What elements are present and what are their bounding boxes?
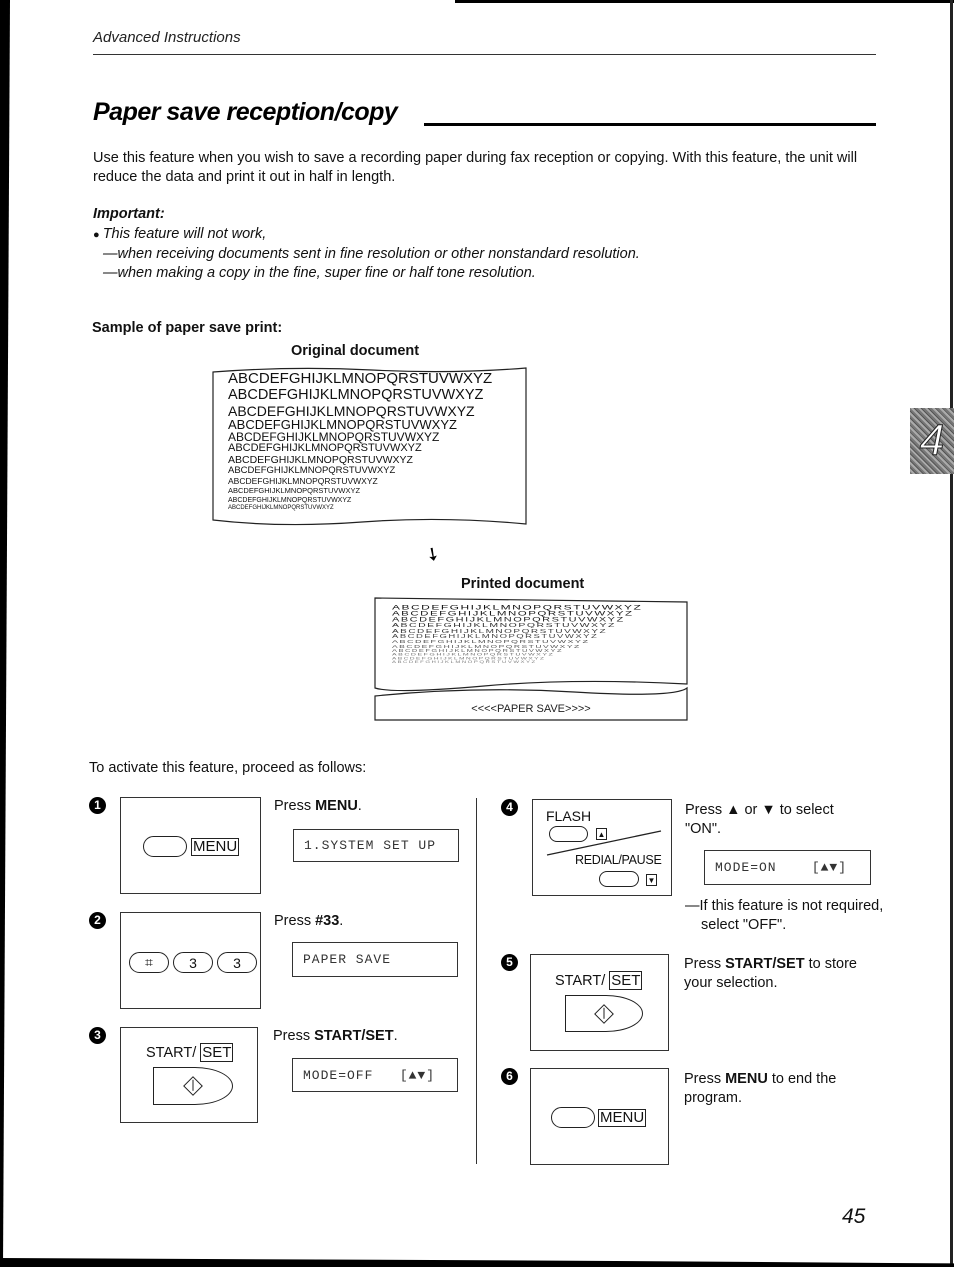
step-number-4: 4 (501, 799, 518, 816)
page-edge-bottom (0, 1258, 954, 1267)
important-heading: Important: (93, 206, 165, 222)
step-4-note: —If this feature is not required, select… (685, 898, 884, 933)
sample-heading: Sample of paper save print: (92, 320, 283, 336)
printed-text-line: ABCDEFGHIJKLMNOPQRSTUVWXYZ (392, 610, 634, 617)
step-3-instruction: Press START/SET. (273, 1028, 398, 1044)
original-text-line: ABCDEFGHIJKLMNOPQRSTUVWXYZ (228, 441, 422, 454)
original-text-line: ABCDEFGHIJKLMNOPQRSTUVWXYZ (228, 370, 493, 387)
step-3-display: MODE=OFF [▲▼] (292, 1058, 458, 1092)
original-text-line: ABCDEFGHIJKLMNOPQRSTUVWXYZ (228, 504, 334, 511)
original-document-label: Original document (291, 343, 420, 359)
step-number-6: 6 (501, 1068, 518, 1085)
original-text-line: ABCDEFGHIJKLMNOPQRSTUVWXYZ (228, 387, 484, 403)
start-set-key[interactable] (153, 1067, 233, 1105)
printed-document-figure: ABCDEFGHIJKLMNOPQRSTUVWXYZ ABCDEFGHIJKLMN… (374, 596, 688, 721)
keypad-keys: ⌗ 3 3 (129, 952, 261, 973)
original-text-line: ABCDEFGHIJKLMNOPQRSTUVWXYZ (228, 416, 457, 432)
header-divider (93, 54, 876, 55)
step-number-1: 1 (89, 797, 106, 814)
original-document-figure: ABCDEFGHIJKLMNOPQRSTUVWXYZ ABCDEFGHIJKLMN… (212, 366, 527, 526)
redial-pause-key[interactable] (599, 871, 639, 887)
step-1-instruction: Press MENU. (274, 798, 362, 814)
step-4-instruction: Press ▲ or ▼ to select "ON". (685, 802, 834, 837)
step-5-panel: START/ SET (530, 954, 669, 1051)
original-text-line: ABCDEFGHIJKLMNOPQRSTUVWXYZ (228, 453, 413, 466)
title-underline (424, 123, 876, 126)
hash-key[interactable]: ⌗ (129, 952, 169, 973)
original-text-line: ABCDEFGHIJKLMNOPQRSTUVWXYZ (228, 465, 396, 476)
page-number: 45 (842, 1205, 866, 1228)
start-diamond-icon (183, 1076, 203, 1096)
step-number-3: 3 (89, 1027, 106, 1044)
printed-text-lines: ABCDEFGHIJKLMNOPQRSTUVWXYZ ABCDEFGHIJKLMN… (392, 604, 642, 664)
start-diamond-icon (594, 1003, 614, 1024)
step-number-2: 2 (89, 912, 106, 929)
menu-key-label: MENU (191, 838, 240, 856)
step-3-panel: START/ SET (120, 1027, 258, 1123)
down-arrow-icon: ▼ (646, 874, 657, 886)
printed-text-line: ABCDEFGHIJKLMNOPQRSTUVWXYZ (392, 656, 546, 661)
original-text-line: ABCDEFGHIJKLMNOPQRSTUVWXYZ (228, 486, 361, 495)
step-1-display: 1.SYSTEM SET UP (293, 829, 459, 862)
original-text-lines: ABCDEFGHIJKLMNOPQRSTUVWXYZ ABCDEFGHIJKLMN… (228, 371, 492, 512)
page-edge-right (950, 0, 953, 1267)
printed-text-line: ABCDEFGHIJKLMNOPQRSTUVWXYZ (392, 622, 616, 629)
original-text-line: ABCDEFGHIJKLMNOPQRSTUVWXYZ (228, 402, 475, 419)
printed-text-line: ABCDEFGHIJKLMNOPQRSTUVWXYZ (392, 628, 608, 635)
important-condition: —when receiving documents sent in fine r… (103, 246, 640, 262)
original-text-line: ABCDEFGHIJKLMNOPQRSTUVWXYZ (228, 429, 440, 444)
column-divider (476, 798, 477, 1164)
digit-3-key[interactable]: 3 (217, 952, 257, 973)
step-6-panel: MENU (530, 1068, 669, 1165)
digit-3-key[interactable]: 3 (173, 952, 213, 973)
intro-paragraph: Use this feature when you wish to save a… (93, 150, 858, 185)
chapter-tab: 4 (910, 408, 954, 474)
start-set-label: START/ SET (555, 971, 643, 990)
start-set-label: START/ SET (146, 1043, 234, 1062)
section-header: Advanced Instructions (93, 29, 241, 46)
step-4-panel: FLASH ▲ REDIAL/PAUSE ▼ (532, 799, 672, 896)
step-5-instruction: Press START/SET to store your selection. (684, 956, 857, 991)
step-6-instruction: Press MENU to end the program. (684, 1071, 837, 1106)
redial-pause-label: REDIAL/PAUSE (575, 853, 662, 867)
menu-key[interactable] (143, 836, 187, 857)
step-number-5: 5 (501, 954, 518, 971)
paper-save-banner: <<<<PAPER SAVE>>>> (471, 703, 591, 715)
printed-text-line: ABCDEFGHIJKLMNOPQRSTUVWXYZ (392, 660, 537, 664)
important-bullet-item: ● This feature will not work, (93, 226, 267, 242)
down-arrow-icon: ➘ (420, 541, 445, 567)
printed-text-line: ABCDEFGHIJKLMNOPQRSTUVWXYZ (392, 616, 625, 624)
proceed-instructions: To activate this feature, proceed as fol… (89, 760, 367, 776)
important-condition: —when making a copy in the fine, super f… (103, 265, 536, 281)
step-1-panel: MENU (120, 797, 261, 894)
bullet-icon: ● (93, 229, 103, 241)
printed-text-line: ABCDEFGHIJKLMNOPQRSTUVWXYZ (392, 603, 643, 611)
menu-key-label: MENU (598, 1109, 647, 1127)
page-edge-top (455, 0, 954, 3)
original-text-line: ABCDEFGHIJKLMNOPQRSTUVWXYZ (228, 496, 352, 504)
step-2-instruction: Press #33. (274, 913, 344, 929)
original-text-line: ABCDEFGHIJKLMNOPQRSTUVWXYZ (228, 475, 378, 486)
start-set-key[interactable] (565, 995, 643, 1032)
printed-document-label: Printed document (461, 576, 585, 592)
page-title: Paper save reception/copy (93, 98, 398, 126)
important-list: ● This feature will not work, —when rece… (93, 225, 640, 283)
step-4-display: MODE=ON [▲▼] (704, 850, 871, 885)
step-2-panel: ⌗ 3 3 (120, 912, 261, 1009)
step-2-display: PAPER SAVE (292, 942, 458, 977)
menu-key[interactable] (551, 1107, 595, 1128)
page-edge-left (0, 0, 10, 1267)
